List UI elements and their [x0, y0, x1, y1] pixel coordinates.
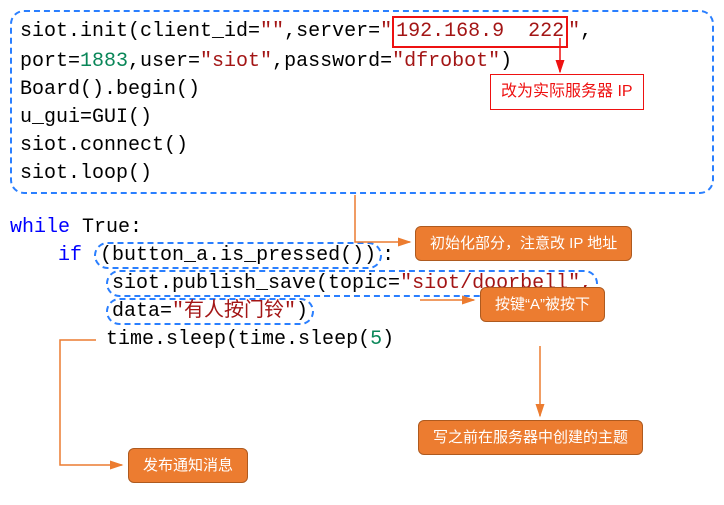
- comma-text: ,: [580, 20, 592, 43]
- code-text: (button_a.is_pressed()): [100, 244, 376, 267]
- paren-text: ): [382, 328, 394, 351]
- indent: [10, 272, 106, 295]
- string-literal: "dfrobot": [392, 50, 500, 73]
- code-text: u_gui=GUI(): [20, 106, 152, 129]
- space: [82, 244, 94, 267]
- string-literal: "": [260, 20, 284, 43]
- string-quote: ": [380, 20, 392, 43]
- paren-text: ): [296, 300, 308, 323]
- code-text: siot.init(client_id=: [20, 20, 260, 43]
- code-line-11: data="有人按门铃"): [10, 298, 714, 326]
- callout-topic: 写之前在服务器中创建的主题: [418, 420, 643, 455]
- indent: time.sleep(: [10, 328, 238, 351]
- keyword-while: while: [10, 216, 70, 239]
- paren-text: ): [500, 50, 512, 73]
- string-quote: ": [568, 20, 580, 43]
- code-line-1: siot.init(client_id="",server="192.168.9…: [20, 16, 704, 48]
- callout-server-ip: 改为实际服务器 IP: [490, 74, 644, 110]
- string-literal: "有人按门铃": [172, 300, 296, 323]
- callout-publish: 发布通知消息: [128, 448, 248, 483]
- code-text: True:: [70, 216, 142, 239]
- code-text: ,server=: [284, 20, 380, 43]
- colon-text: :: [382, 244, 394, 267]
- code-text: port=: [20, 50, 80, 73]
- string-literal: "siot": [200, 50, 272, 73]
- condition-box: (button_a.is_pressed()): [94, 242, 382, 269]
- code-line-5: siot.connect(): [20, 132, 704, 160]
- code-text: siot.publish_save(topic=: [112, 272, 400, 295]
- code-line-12: time.sleep(time.sleep(5): [10, 326, 714, 354]
- indent: [10, 244, 58, 267]
- code-text: data=: [112, 300, 172, 323]
- code-line-2: port=1883,user="siot",password="dfrobot"…: [20, 48, 704, 76]
- code-line-10: siot.publish_save(topic="siot/doorbell",: [10, 270, 714, 298]
- number-literal: 5: [370, 328, 382, 351]
- code-line-6: siot.loop(): [20, 160, 704, 188]
- code-text: siot.loop(): [20, 162, 152, 185]
- server-ip-box: 192.168.9 222: [392, 16, 568, 48]
- code-text: siot.connect(): [20, 134, 188, 157]
- publish-box-l2: data="有人按门铃"): [106, 298, 314, 325]
- code-text: Board().begin(): [20, 78, 200, 101]
- number-literal: 1883: [80, 50, 128, 73]
- indent: [10, 300, 106, 323]
- callout-init: 初始化部分，注意改 IP 地址: [415, 226, 632, 261]
- code-text: ,password=: [272, 50, 392, 73]
- code-text: ,user=: [128, 50, 200, 73]
- code-text: time.sleep(: [238, 328, 370, 351]
- keyword-if: if: [58, 244, 82, 267]
- callout-button-a: 按键“A”被按下: [480, 287, 605, 322]
